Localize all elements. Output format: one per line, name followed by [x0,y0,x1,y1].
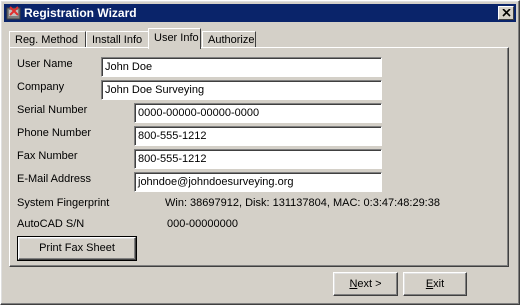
phone-number-field[interactable]: 800-555-1212 [134,126,382,146]
exit-button[interactable]: Exit [403,272,467,296]
email-label: E-Mail Address [17,173,91,185]
company-label: Company [17,81,65,93]
phone-number-label: Phone Number [17,127,91,139]
next-label: ext > [357,278,382,290]
exit-label: xit [433,278,445,290]
tab-authorize[interactable]: Authorize [202,31,256,48]
app-icon [6,6,21,20]
fax-number-field[interactable]: 800-555-1212 [134,149,382,169]
fax-number-label: Fax Number [17,150,78,162]
company-field[interactable]: John Doe Surveying [101,80,382,100]
title-bar[interactable]: Registration Wizard [4,4,516,22]
user-name-label: User Name [17,58,73,70]
email-field[interactable]: johndoe@johndoesurveying.org [134,172,382,192]
next-button[interactable]: Next > [333,272,398,296]
registration-wizard-window: Registration Wizard Reg. Method Install … [0,0,520,305]
user-name-field[interactable]: John Doe [101,57,382,77]
serial-number-field[interactable]: 0000-00000-00000-0000 [134,103,382,123]
tab-reg-method[interactable]: Reg. Method [9,31,86,48]
fingerprint-label: System Fingerprint [17,197,110,209]
print-fax-sheet-label: Print Fax Sheet [39,242,115,254]
tab-user-info[interactable]: User Info [148,28,201,49]
close-icon [502,9,511,17]
tab-install-info[interactable]: Install Info [86,31,149,48]
close-button[interactable] [498,6,514,20]
autocad-sn-value: 000-00000000 [167,218,238,230]
serial-number-label: Serial Number [17,104,88,116]
autocad-sn-label: AutoCAD S/N [17,218,85,230]
user-info-panel: User Name John Doe Company John Doe Surv… [9,47,509,267]
print-fax-sheet-button[interactable]: Print Fax Sheet [17,236,137,261]
fingerprint-value: Win: 38697912, Disk: 131137804, MAC: 0:3… [165,197,440,209]
window-title: Registration Wizard [24,6,137,20]
